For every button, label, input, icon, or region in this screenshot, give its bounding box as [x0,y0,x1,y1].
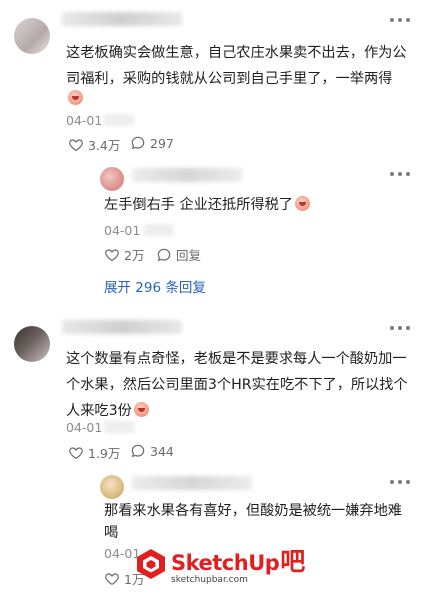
like-count: 1.9万 [88,446,121,461]
watermark-suffix: 吧 [280,547,306,576]
emoji-icon [68,90,83,105]
location-blurred [104,421,134,433]
more-icon[interactable] [388,476,412,488]
username-blurred [62,320,182,334]
more-icon[interactable] [388,14,412,26]
expand-replies-link[interactable]: 展开 296 条回复 [104,276,206,296]
comment-text-line: 这老板确实会做生意，自己农庄水果卖不出去，作为公 [66,45,407,61]
username-blurred [132,476,252,490]
heart-icon [69,138,83,151]
comment-date: 04-01 [66,113,103,128]
avatar[interactable] [14,326,50,362]
reply-text-line: 那看来水果各有喜好，但酸奶是被统一嫌弃地难 [104,503,402,519]
heart-icon [69,446,83,459]
comment-icon [157,248,171,261]
avatar[interactable] [14,18,50,54]
reply-text-line: 左手倒右手 企业还抵所得税了 [104,192,310,218]
like-button[interactable]: 2万 [104,245,144,264]
comment-text-line: 个水果，然后公司里面3个HR实在吃不下了，所以找个 [66,377,408,393]
heart-icon [105,248,119,261]
emoji-icon [133,402,149,417]
reply-date: 04-01 [104,223,141,238]
location-blurred [104,114,134,126]
comment-text: 司福利，采购的钱就从公司到自己手里了，一举两得 [66,71,393,87]
comment-text: 人来吃3份 [66,403,132,419]
comment-icon [131,444,145,458]
reply-text-line: 喝 [104,525,119,541]
reply-text: 左手倒右手 企业还抵所得税了 [104,197,293,213]
heart-icon [105,572,119,585]
comment-date: 04-01 [66,420,103,435]
comment-text-line: 司福利，采购的钱就从公司到自己手里了，一举两得 [66,66,392,92]
location-blurred [144,224,174,236]
watermark: SketchUp 吧 sketchupbar.com [134,542,305,585]
reply-count-button[interactable]: 297 [130,135,174,151]
more-icon[interactable] [388,322,412,334]
sketchup-logo-icon [137,548,165,579]
avatar[interactable] [100,167,124,191]
reply-label: 回复 [176,248,202,263]
reply-count: 297 [150,135,174,151]
like-button[interactable]: 1.9万 [68,443,120,462]
watermark-brand: SketchUp [171,551,280,575]
reply-count-button[interactable]: 344 [130,443,174,459]
reply-count: 344 [150,443,174,459]
like-count: 3.4万 [88,138,121,153]
username-blurred [62,12,182,26]
comment-icon [131,136,145,150]
like-count: 2万 [124,248,145,263]
more-icon[interactable] [388,168,412,180]
avatar[interactable] [100,475,124,499]
username-blurred [132,168,242,182]
emoji-icon [294,196,310,211]
comment-text-line: 这个数量有点奇怪，老板是不是要求每人一个酸奶加一 [66,351,407,367]
like-button[interactable]: 3.4万 [68,135,120,154]
reply-button[interactable]: 回复 [156,245,201,264]
